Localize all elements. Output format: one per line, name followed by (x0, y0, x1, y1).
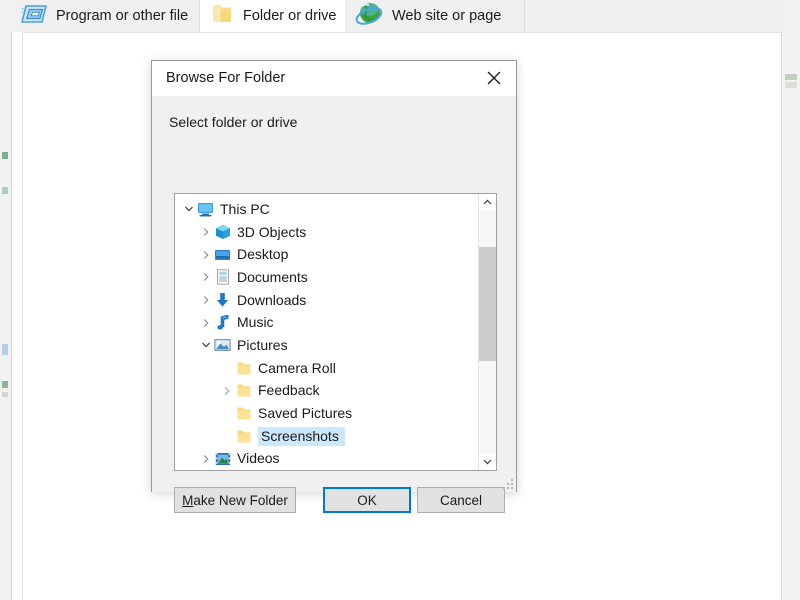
tree-item-3d-objects[interactable]: 3D Objects (175, 221, 480, 244)
videos-icon (214, 450, 231, 467)
tree-item-saved-pictures[interactable]: Saved Pictures (175, 402, 480, 425)
pictures-icon (214, 337, 231, 354)
dialog-title: Browse For Folder (166, 70, 286, 87)
background-artifact (785, 82, 797, 88)
tree-item-label: Downloads (237, 291, 307, 308)
tree-item-label: Screenshots (258, 426, 345, 446)
chevron-right-icon[interactable] (197, 312, 214, 334)
this-pc-icon (197, 201, 214, 218)
tree-item-label: Videos (237, 450, 280, 467)
dialog-title-bar: Browse For Folder (152, 61, 516, 96)
background-artifact (2, 187, 8, 194)
tree-item-label: Music (237, 314, 274, 331)
tab-strip: Program or other file Folder or drive We… (11, 0, 782, 32)
tree-item-music[interactable]: Music (175, 311, 480, 334)
globe-icon (355, 1, 383, 31)
tree-item-videos[interactable]: Videos (175, 448, 480, 470)
tree-item-label: This PC (220, 200, 270, 217)
tab-folder-or-drive[interactable]: Folder or drive (200, 0, 345, 32)
folder-icon (235, 428, 252, 445)
tree-item-downloads[interactable]: Downloads (175, 289, 480, 312)
dialog-body: Select folder or drive This PC 3D Object… (152, 96, 516, 513)
tree-item-feedback[interactable]: Feedback (175, 380, 480, 403)
ok-button-label: OK (357, 492, 377, 508)
background-artifact (785, 74, 797, 80)
tab-program-or-other-file[interactable]: Program or other file (11, 0, 200, 32)
dialog-prompt: Select folder or drive (169, 114, 298, 130)
tree-item-documents[interactable]: Documents (175, 266, 480, 289)
twisty-placeholder (218, 357, 235, 379)
content-panel-edge (781, 32, 782, 600)
twisty-placeholder (218, 425, 235, 447)
folder-icon (235, 382, 252, 399)
folder-tree-view[interactable]: This PC 3D Objects Desktop Documents Dow… (174, 193, 497, 471)
cancel-button[interactable]: Cancel (417, 487, 505, 513)
folder-tree-list: This PC 3D Objects Desktop Documents Dow… (175, 194, 480, 470)
resize-grip[interactable] (501, 477, 513, 489)
chevron-down-icon[interactable] (180, 198, 197, 220)
chevron-down-icon[interactable] (197, 334, 214, 356)
ok-button[interactable]: OK (323, 487, 411, 513)
chevron-right-icon[interactable] (197, 244, 214, 266)
tree-item-camera-roll[interactable]: Camera Roll (175, 357, 480, 380)
tab-label: Folder or drive (243, 7, 337, 24)
folder-icon (210, 2, 234, 30)
tree-item-this-pc[interactable]: This PC (175, 198, 480, 221)
background-artifact (2, 152, 8, 159)
desktop-icon (214, 246, 231, 263)
make-new-folder-label: ake New Folder (193, 492, 288, 508)
tree-item-desktop[interactable]: Desktop (175, 243, 480, 266)
background-window-right-edge (781, 0, 800, 600)
3d-objects-icon (214, 224, 231, 241)
downloads-icon (214, 292, 231, 309)
chevron-right-icon[interactable] (197, 289, 214, 311)
documents-icon (214, 269, 231, 286)
scrollbar-track[interactable] (479, 211, 496, 453)
scroll-down-icon[interactable] (479, 453, 496, 470)
background-artifact (2, 381, 8, 388)
tab-label: Web site or page (392, 7, 502, 24)
tree-item-label: Documents (237, 268, 308, 285)
chevron-right-icon[interactable] (197, 221, 214, 243)
tree-item-label: Feedback (258, 382, 320, 399)
music-icon (214, 314, 231, 331)
tree-item-label: Pictures (237, 336, 288, 353)
screen: Program or other file Folder or drive We… (0, 0, 800, 600)
make-new-folder-accel: M (182, 492, 194, 508)
cancel-button-label: Cancel (439, 492, 483, 508)
tree-item-label: Desktop (237, 246, 289, 263)
tree-item-label: Saved Pictures (258, 405, 353, 422)
twisty-placeholder (218, 403, 235, 425)
tree-item-label: Camera Roll (258, 359, 336, 376)
scrollbar-thumb[interactable] (479, 247, 496, 361)
scroll-up-icon[interactable] (479, 194, 496, 211)
close-icon[interactable] (471, 61, 516, 95)
tree-item-label: 3D Objects (237, 223, 307, 240)
tree-item-pictures[interactable]: Pictures (175, 334, 480, 357)
chevron-right-icon[interactable] (197, 266, 214, 288)
folder-icon (235, 360, 252, 377)
background-artifact (2, 392, 8, 397)
make-new-folder-button[interactable]: Make New Folder (174, 487, 296, 513)
background-artifact (2, 344, 8, 355)
chevron-right-icon[interactable] (197, 448, 214, 470)
tree-item-screenshots[interactable]: Screenshots (175, 425, 480, 448)
folder-icon (235, 405, 252, 422)
tab-label: Program or other file (56, 7, 189, 24)
tree-scrollbar[interactable] (478, 194, 496, 470)
browse-for-folder-dialog: Browse For Folder Select folder or drive (151, 60, 517, 513)
background-window-left-edge (0, 0, 12, 600)
chevron-right-icon[interactable] (218, 380, 235, 402)
tab-web-site-or-page[interactable]: Web site or page (345, 0, 525, 32)
program-window-icon (20, 3, 48, 29)
